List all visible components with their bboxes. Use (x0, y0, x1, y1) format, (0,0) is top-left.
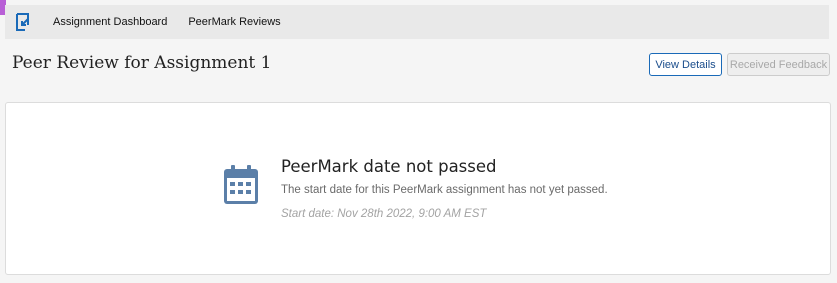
received-feedback-button[interactable]: Received Feedback (727, 53, 830, 76)
nav-link-peermark-reviews[interactable]: PeerMark Reviews (188, 16, 280, 28)
message-body: The start date for this PeerMark assignm… (281, 184, 608, 196)
page-title: Peer Review for Assignment 1 (12, 53, 272, 73)
top-navigation: Assignment Dashboard PeerMark Reviews (5, 5, 829, 39)
message-heading: PeerMark date not passed (281, 157, 497, 176)
view-details-button[interactable]: View Details (649, 53, 722, 76)
nav-link-assignment-dashboard[interactable]: Assignment Dashboard (53, 16, 167, 28)
start-date-text: Start date: Nov 28th 2022, 9:00 AM EST (281, 208, 487, 220)
turnitin-logo-icon[interactable] (7, 5, 41, 39)
page-header: Peer Review for Assignment 1 View Detail… (0, 39, 837, 88)
content-card: PeerMark date not passed The start date … (5, 102, 831, 275)
calendar-icon (223, 165, 259, 205)
